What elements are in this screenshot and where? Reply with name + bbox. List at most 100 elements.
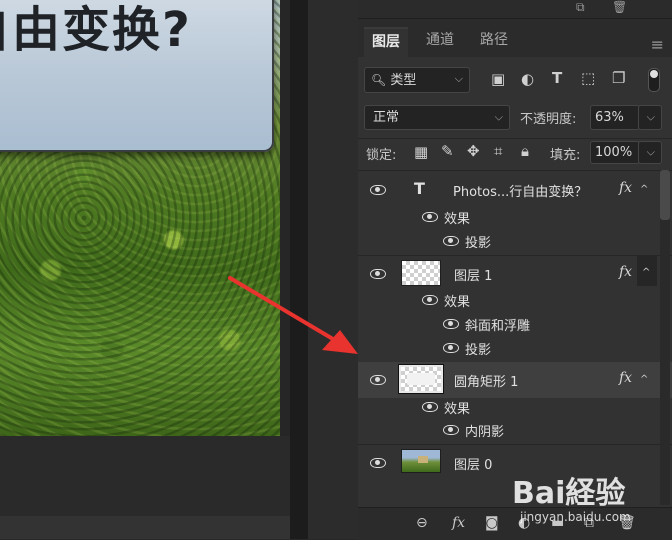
layers-list: T Photos...行自由变换？ fx ^ 效果 投影 图层 1 fx ^ 效… xyxy=(358,171,672,481)
smart-object-filter-icon[interactable]: ❐ xyxy=(612,69,625,87)
rounded-rectangle-card: 自由变换? xyxy=(0,0,274,152)
fill-dropdown-button[interactable]: ⌵ xyxy=(638,141,662,164)
lock-transparent-pixels-icon[interactable]: ▦ xyxy=(414,143,428,161)
layer-thumbnail xyxy=(401,260,441,286)
fx-icon[interactable]: fx xyxy=(619,370,632,386)
layer-thumbnail xyxy=(398,364,444,394)
collapse-caret-icon[interactable]: ^ xyxy=(640,374,648,385)
effects-row[interactable]: 效果 xyxy=(358,287,672,311)
visibility-eye-icon[interactable] xyxy=(370,185,386,195)
filter-toggle[interactable] xyxy=(648,68,660,92)
fx-icon[interactable]: fx xyxy=(619,264,632,280)
layer-name: 图层 0 xyxy=(454,458,493,473)
visibility-eye-icon[interactable] xyxy=(422,295,438,305)
image-filter-icon[interactable]: ▣ xyxy=(491,70,505,88)
effect-item-row[interactable]: 斜面和浮雕 xyxy=(358,311,672,335)
panel-menu-icon[interactable]: ≡ xyxy=(651,35,664,54)
add-mask-icon[interactable]: ◙ xyxy=(485,515,499,531)
effects-label: 效果 xyxy=(444,295,471,310)
chevron-down-icon: ⌵ xyxy=(494,109,503,123)
effects-label: 效果 xyxy=(444,212,471,227)
lock-image-pixels-icon[interactable]: ✎ xyxy=(441,142,454,160)
tab-channels[interactable]: 通道 xyxy=(418,27,462,55)
layers-panel: ⧉ 🗑 图层 通道 路径 ≡ 🔍︎ 类型 ⌵ ▣ ◐ T ⬚ ❐ 正常 ⌵ 不透… xyxy=(358,0,672,540)
divider xyxy=(358,255,672,256)
layer-row-text[interactable]: T Photos...行自由变换？ fx ^ xyxy=(358,177,672,201)
visibility-eye-icon[interactable] xyxy=(443,425,459,435)
visibility-eye-icon[interactable] xyxy=(422,402,438,412)
layer-name: 图层 1 xyxy=(454,269,493,284)
opacity-label: 不透明度: xyxy=(520,112,577,127)
link-layers-icon[interactable]: ⊖ xyxy=(416,515,428,531)
canvas-photo-forest: 自由变换? xyxy=(0,0,280,436)
fx-icon[interactable]: fx xyxy=(619,180,632,196)
effect-item-row[interactable]: 内阴影 xyxy=(358,417,672,441)
chevron-down-icon: ⌵ xyxy=(646,109,655,123)
add-style-fx-icon[interactable]: fx xyxy=(452,515,465,531)
layer-row-shape-selected[interactable]: 圆角矩形 1 fx ^ xyxy=(358,362,672,398)
blend-mode-select[interactable]: 正常 ⌵ xyxy=(364,105,510,130)
chevron-down-icon: ⌵ xyxy=(646,144,655,158)
search-icon: 🔍︎ xyxy=(371,73,387,87)
watermark-logo: Bai経验 xyxy=(512,476,626,511)
castle-preview xyxy=(418,456,428,463)
tab-paths[interactable]: 路径 xyxy=(472,27,516,55)
baidu-jingyan-watermark: Bai経验 jingyan.baidu.com xyxy=(512,462,672,532)
shape-preview xyxy=(407,373,435,385)
effect-item-row[interactable]: 投影 xyxy=(358,335,672,359)
trash-icon[interactable]: 🗑 xyxy=(612,0,627,14)
new-layer-icon[interactable]: ⧉ xyxy=(576,0,585,15)
divider xyxy=(358,444,672,445)
visibility-eye-icon[interactable] xyxy=(370,269,386,279)
effect-name: 斜面和浮雕 xyxy=(465,319,531,334)
type-filter-icon[interactable]: T xyxy=(552,69,562,87)
visibility-eye-icon[interactable] xyxy=(443,236,459,246)
annotation-arrow xyxy=(228,276,358,354)
effects-row[interactable]: 效果 xyxy=(358,394,672,418)
visibility-eye-icon[interactable] xyxy=(443,343,459,353)
collapse-caret-icon: ^ xyxy=(642,267,651,278)
text-layer-icon: T xyxy=(414,179,425,198)
layer-filter-select[interactable]: 🔍︎ 类型 ⌵ xyxy=(364,67,470,93)
panel-tabs: 图层 通道 路径 ≡ xyxy=(358,19,672,57)
layer-name: 圆角矩形 1 xyxy=(454,375,519,390)
tab-layers[interactable]: 图层 xyxy=(364,27,408,57)
shape-filter-icon[interactable]: ⬚ xyxy=(581,69,595,87)
layers-scrollbar[interactable] xyxy=(660,170,670,505)
scrollbar-thumb[interactable] xyxy=(660,170,670,220)
visibility-eye-icon[interactable] xyxy=(422,212,438,222)
lock-label: 锁定: xyxy=(366,148,397,163)
arrow-shaft xyxy=(228,276,340,344)
collapse-caret-icon[interactable]: ^ xyxy=(640,184,648,195)
watermark-url: jingyan.baidu.com xyxy=(520,510,631,524)
divider xyxy=(358,138,672,139)
lock-all-icon[interactable]: 🔒︎ xyxy=(521,142,529,160)
layer-row-pixel[interactable]: 图层 1 fx ^ xyxy=(358,256,672,286)
effect-name: 投影 xyxy=(465,236,492,251)
effects-row[interactable]: 效果 xyxy=(358,204,672,228)
fill-input[interactable]: 100% xyxy=(590,141,640,164)
effect-name: 投影 xyxy=(465,343,492,358)
effect-item-row[interactable]: 投影 xyxy=(358,228,672,252)
layer-thumbnail xyxy=(401,449,441,473)
visibility-eye-icon[interactable] xyxy=(370,458,386,468)
layer-name: Photos...行自由变换？ xyxy=(453,185,588,200)
effects-label: 效果 xyxy=(444,402,471,417)
filter-toggle-knob xyxy=(650,70,658,78)
opacity-dropdown-button[interactable]: ⌵ xyxy=(638,105,662,130)
canvas-title-text: 自由变换? xyxy=(0,2,192,58)
fill-label: 填充: xyxy=(550,148,581,163)
effect-name: 内阴影 xyxy=(465,425,505,440)
adjustment-filter-icon[interactable]: ◐ xyxy=(521,70,534,88)
visibility-eye-icon[interactable] xyxy=(443,319,459,329)
layer-filter-label: 类型 xyxy=(390,73,417,88)
blend-mode-value: 正常 xyxy=(373,110,400,125)
opacity-input[interactable]: 63% xyxy=(590,105,640,130)
visibility-eye-icon[interactable] xyxy=(370,375,386,385)
collapse-caret-box[interactable]: ^ xyxy=(637,256,657,286)
chevron-down-icon: ⌵ xyxy=(454,71,463,85)
lock-position-icon[interactable]: ✥ xyxy=(467,142,480,160)
lock-artboard-icon[interactable]: ⌗ xyxy=(494,142,502,160)
canvas-horizontal-scrollbar[interactable] xyxy=(0,516,290,539)
panel-top-strip: ⧉ 🗑 xyxy=(358,0,672,19)
